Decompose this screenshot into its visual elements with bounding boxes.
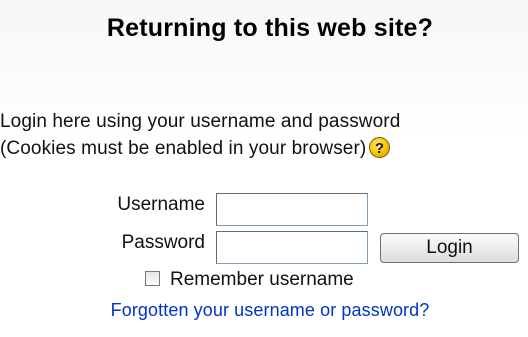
login-button[interactable]: Login xyxy=(380,233,519,263)
username-field[interactable] xyxy=(216,193,368,226)
login-panel: Returning to this web site? Login here u… xyxy=(0,0,528,337)
page-title: Returning to this web site? xyxy=(106,14,434,42)
forgot-credentials-link[interactable]: Forgotten your username or password? xyxy=(0,300,528,321)
password-label: Password xyxy=(121,232,205,253)
help-glyph: ? xyxy=(375,140,384,157)
remember-username-checkbox[interactable] xyxy=(145,271,160,286)
instructions-line-2: (Cookies must be enabled in your browser… xyxy=(0,135,528,162)
remember-username-row: Remember username xyxy=(145,269,354,293)
login-instructions: Login here using your username and passw… xyxy=(0,108,528,162)
help-question-icon[interactable]: ? xyxy=(369,137,391,158)
remember-username-label[interactable]: Remember username xyxy=(170,269,354,290)
password-field[interactable] xyxy=(216,231,368,264)
instructions-line-1: Login here using your username and passw… xyxy=(0,111,401,132)
username-label: Username xyxy=(117,194,205,215)
cookies-note: (Cookies must be enabled in your browser… xyxy=(0,138,367,159)
